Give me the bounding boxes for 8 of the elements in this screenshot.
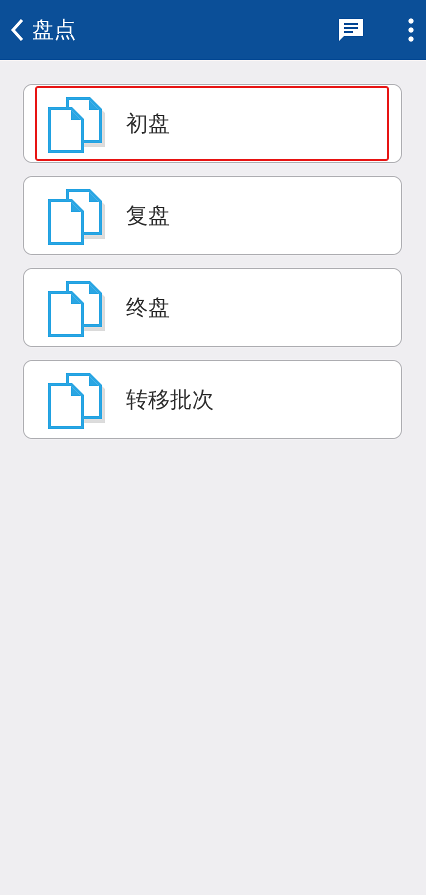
- menu-item[interactable]: 终盘: [23, 268, 402, 347]
- menu-item[interactable]: 初盘: [23, 84, 402, 163]
- back-icon[interactable]: [10, 18, 24, 42]
- more-icon[interactable]: [408, 18, 414, 42]
- menu-item[interactable]: 复盘: [23, 176, 402, 255]
- page-title: 盘点: [32, 17, 77, 45]
- message-icon[interactable]: [338, 18, 364, 42]
- menu-item[interactable]: 转移批次: [23, 360, 402, 439]
